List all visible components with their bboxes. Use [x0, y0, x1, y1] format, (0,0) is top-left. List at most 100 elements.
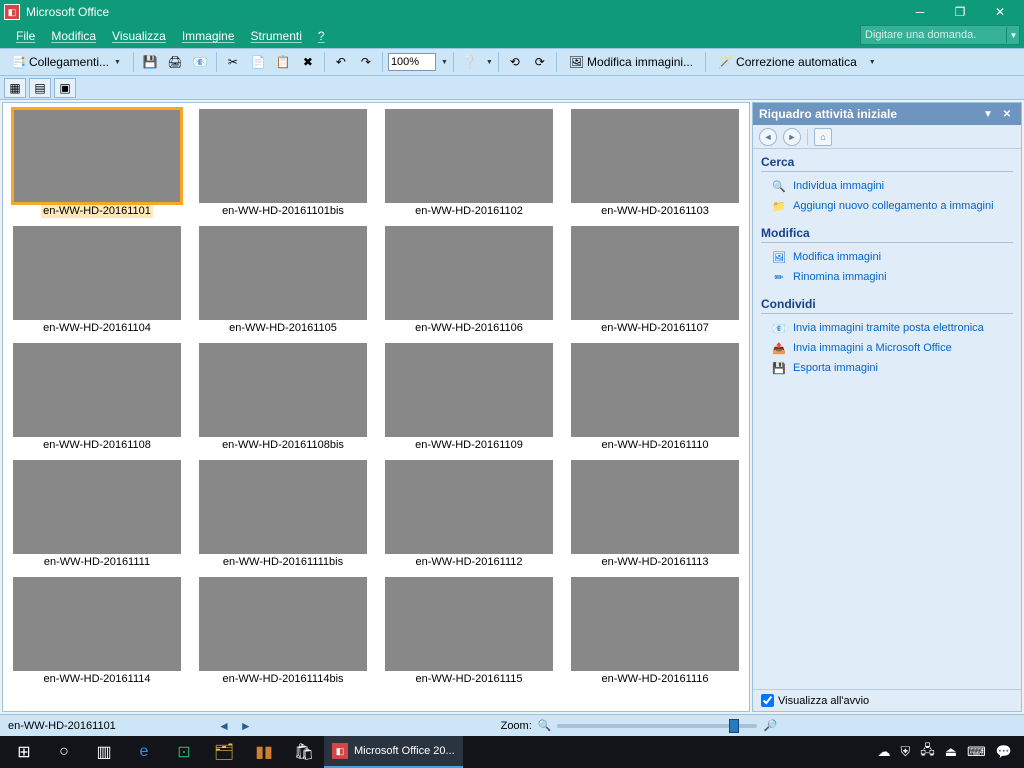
thumbnail-item[interactable]: en-WW-HD-20161108 [7, 341, 187, 454]
windows-store-button[interactable]: 🛍 [284, 736, 324, 768]
menu-help[interactable]: ? [310, 27, 333, 45]
thumbnail-image [571, 109, 739, 203]
maximize-button[interactable]: ❐ [940, 0, 980, 24]
menu-file[interactable]: File [8, 27, 43, 45]
task-view-button[interactable]: ▥ [84, 736, 124, 768]
mail-button[interactable]: 📧 [189, 51, 211, 73]
rotate-right-button[interactable]: ⟳ [529, 51, 551, 73]
zoom-in-button[interactable]: 🔎 [763, 719, 777, 732]
show-on-startup-checkbox[interactable] [761, 694, 774, 707]
taskpane-home-button[interactable]: ⌂ [814, 128, 832, 146]
paste-button[interactable]: 📋 [272, 51, 294, 73]
tray-keyboard-icon[interactable]: ⌨ [967, 744, 986, 760]
taskpane-link[interactable]: 🔍Individua immagini [761, 176, 1013, 196]
taskpane-link[interactable]: ✏Rinomina immagini [761, 267, 1013, 287]
tray-notifications-icon[interactable]: 💬 [996, 744, 1012, 760]
zoom-input[interactable] [388, 53, 436, 71]
thumbnail-item[interactable]: en-WW-HD-20161107 [565, 224, 745, 337]
thumbnail-image [199, 460, 367, 554]
thumbnail-item[interactable]: en-WW-HD-20161112 [379, 458, 559, 571]
thumbnail-item[interactable]: en-WW-HD-20161116 [565, 575, 745, 688]
tray-onedrive-icon[interactable]: ☁ [877, 744, 890, 760]
zoom-slider-knob[interactable] [729, 719, 739, 733]
single-view-button[interactable]: ▣ [54, 78, 76, 98]
help-search-box[interactable]: ▼ [860, 25, 1020, 45]
next-image-button[interactable]: ► [240, 719, 252, 733]
undo-button[interactable]: ↶ [330, 51, 352, 73]
zoom-out-button[interactable]: 🔍 [538, 719, 552, 732]
toolbar-end-dropdown[interactable]: ▼ [869, 59, 876, 66]
thumbnail-item[interactable]: en-WW-HD-20161105 [193, 224, 373, 337]
thumbnail-item[interactable]: en-WW-HD-20161103 [565, 107, 745, 220]
thumbnail-image [571, 577, 739, 671]
taskpane-link[interactable]: 📤Invia immagini a Microsoft Office [761, 338, 1013, 358]
thumbnail-item[interactable]: en-WW-HD-20161104 [7, 224, 187, 337]
rotate-left-button[interactable]: ⟲ [504, 51, 526, 73]
store-button[interactable]: ⊡ [164, 736, 204, 768]
taskpane-back-button[interactable]: ◄ [759, 128, 777, 146]
shortcuts-button[interactable]: 📑 Collegamenti... ▼ [4, 51, 128, 73]
edit-images-button[interactable]: 🖼 Modifica immagini... [562, 51, 700, 73]
autocorrect-label: Correzione automatica [736, 55, 857, 69]
toolbar-options-dropdown[interactable]: ▼ [486, 59, 493, 66]
tray-network-icon[interactable]: 🖧 [920, 741, 935, 763]
taskpane-forward-button[interactable]: ► [783, 128, 801, 146]
copy-button[interactable]: 📄 [247, 51, 269, 73]
redo-button[interactable]: ↷ [355, 51, 377, 73]
statusbar: en-WW-HD-20161101 ◄ ► Zoom: 🔍 🔎 [0, 714, 1024, 736]
help-search-dropdown-icon[interactable]: ▼ [1006, 27, 1020, 43]
thumbnail-item[interactable]: en-WW-HD-20161114 [7, 575, 187, 688]
thumbnail-view-button[interactable]: ▦ [4, 78, 26, 98]
prev-image-button[interactable]: ◄ [218, 719, 230, 733]
cut-button[interactable]: ✂ [222, 51, 244, 73]
filmstrip-view-button[interactable]: ▤ [29, 78, 51, 98]
file-explorer-button[interactable]: 🗂 [204, 736, 244, 768]
help-button[interactable]: ❔ [459, 51, 481, 73]
delete-button[interactable]: ✖ [297, 51, 319, 73]
thumbnail-item[interactable]: en-WW-HD-20161113 [565, 458, 745, 571]
taskpane-link[interactable]: 💾Esporta immagini [761, 358, 1013, 378]
taskpane-dropdown-button[interactable]: ▼ [980, 106, 996, 122]
taskpane-link-icon: 💾 [771, 360, 787, 376]
taskbar-app-office[interactable]: ◧ Microsoft Office 20... [324, 736, 463, 768]
taskpane-close-button[interactable]: ✕ [999, 106, 1015, 122]
content-area: en-WW-HD-20161101en-WW-HD-20161101bisen-… [0, 100, 1024, 714]
start-button[interactable]: ⊞ [4, 736, 44, 768]
cortana-button[interactable]: ○ [44, 736, 84, 768]
thumbnail-item[interactable]: en-WW-HD-20161111bis [193, 458, 373, 571]
taskpane-link-icon: ✏ [771, 269, 787, 285]
thumbnail-image [571, 460, 739, 554]
taskpane-link[interactable]: 🖼Modifica immagini [761, 247, 1013, 267]
thumbnail-item[interactable]: en-WW-HD-20161108bis [193, 341, 373, 454]
library-button[interactable]: ▮▮ [244, 736, 284, 768]
help-search-input[interactable] [860, 25, 1020, 45]
menu-modifica[interactable]: Modifica [43, 27, 104, 45]
menu-visualizza[interactable]: Visualizza [104, 27, 174, 45]
zoom-slider[interactable] [557, 724, 757, 728]
taskpane-link[interactable]: 📁Aggiungi nuovo collegamento a immagini [761, 196, 1013, 216]
autocorrect-button[interactable]: 🪄 Correzione automatica [711, 51, 864, 73]
close-button[interactable]: ✕ [980, 0, 1020, 24]
tray-usb-icon[interactable]: ⏏ [945, 744, 957, 760]
edge-button[interactable]: e [124, 736, 164, 768]
menu-strumenti[interactable]: Strumenti [243, 27, 310, 45]
taskpane-link[interactable]: 📧Invia immagini tramite posta elettronic… [761, 318, 1013, 338]
thumbnail-caption: en-WW-HD-20161116 [600, 672, 711, 686]
thumbnail-item[interactable]: en-WW-HD-20161110 [565, 341, 745, 454]
thumbnail-item[interactable]: en-WW-HD-20161101 [7, 107, 187, 220]
print-button[interactable]: 🖨 [164, 51, 186, 73]
minimize-button[interactable]: ─ [900, 0, 940, 24]
thumbnail-item[interactable]: en-WW-HD-20161111 [7, 458, 187, 571]
tray-security-icon[interactable]: ⛨ [900, 744, 910, 760]
thumbnail-item[interactable]: en-WW-HD-20161115 [379, 575, 559, 688]
thumbnail-item[interactable]: en-WW-HD-20161101bis [193, 107, 373, 220]
gallery-scroll[interactable]: en-WW-HD-20161101en-WW-HD-20161101bisen-… [2, 102, 750, 712]
menu-immagine[interactable]: Immagine [174, 27, 243, 45]
zoom-dropdown-icon[interactable]: ▼ [441, 59, 448, 66]
thumbnail-item[interactable]: en-WW-HD-20161106 [379, 224, 559, 337]
thumbnail-item[interactable]: en-WW-HD-20161109 [379, 341, 559, 454]
thumbnail-item[interactable]: en-WW-HD-20161114bis [193, 575, 373, 688]
taskpane-section-title: Condividi [761, 297, 1013, 314]
thumbnail-item[interactable]: en-WW-HD-20161102 [379, 107, 559, 220]
save-button[interactable]: 💾 [139, 51, 161, 73]
